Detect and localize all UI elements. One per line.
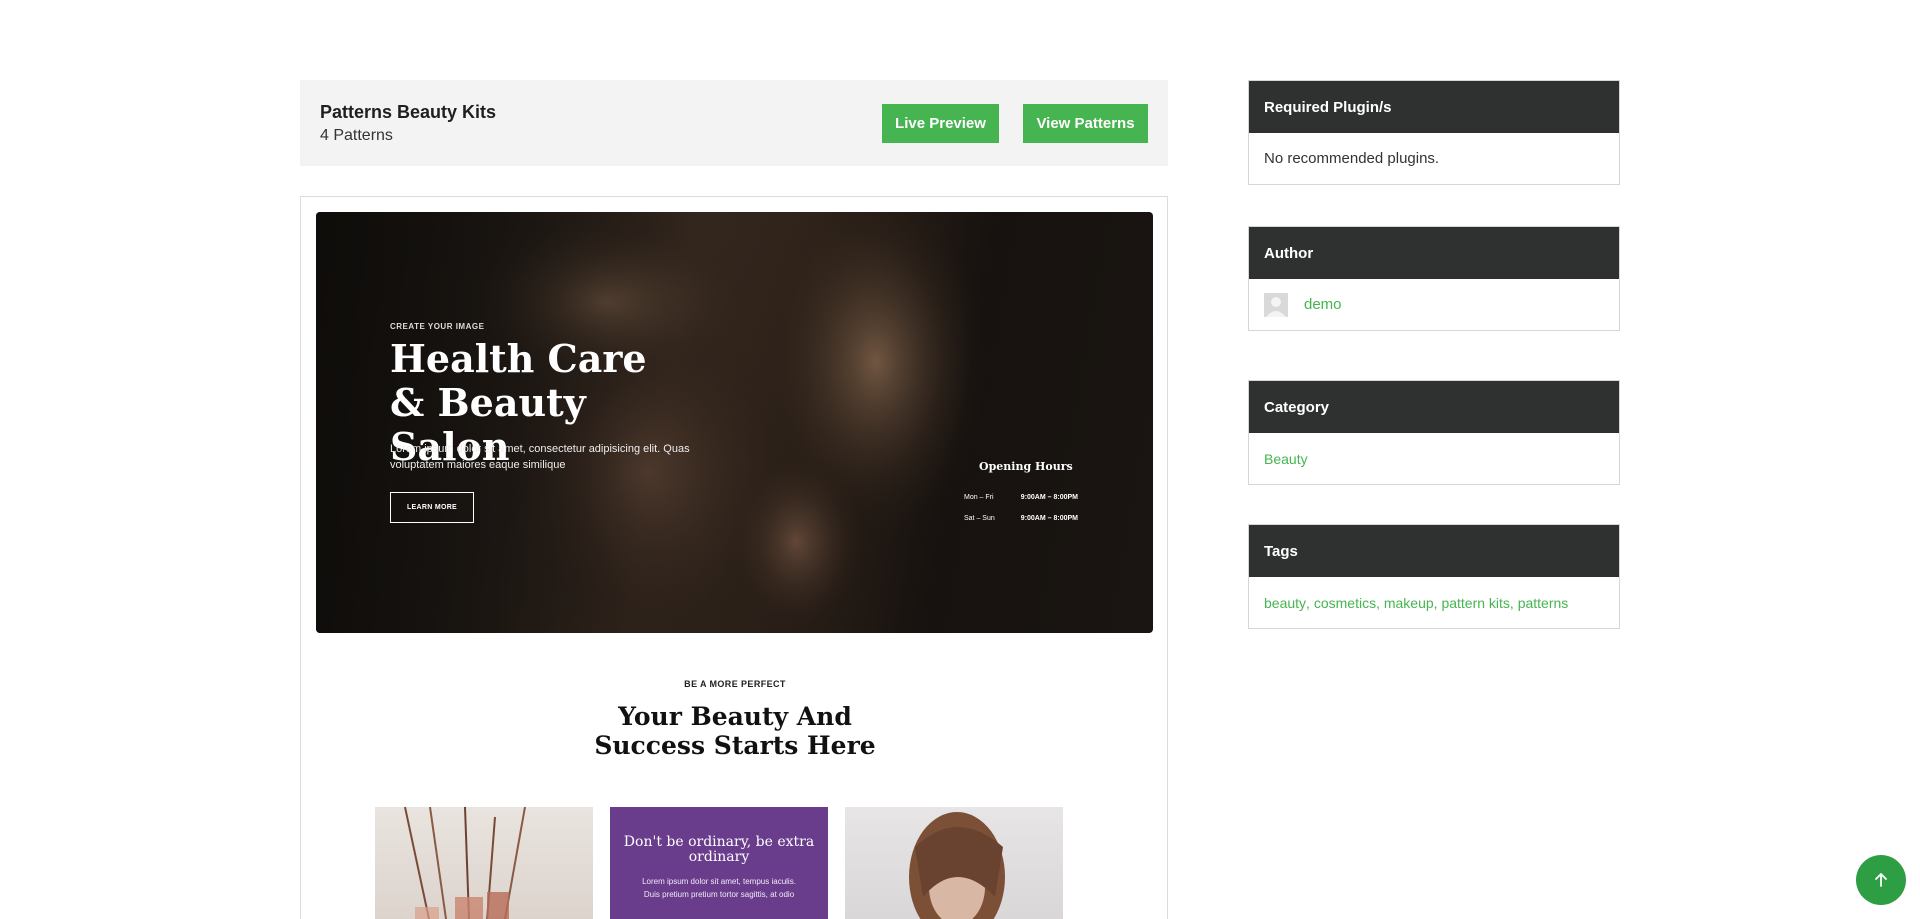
tag-separator: , — [1433, 594, 1442, 611]
card-portrait-image — [845, 807, 1063, 919]
category-widget: Category Beauty — [1248, 380, 1620, 485]
hours-days: Mon – Fri — [964, 494, 994, 501]
category-row: Beauty — [1249, 433, 1619, 484]
tags-widget: Tags beauty, cosmetics, makeup, pattern … — [1248, 524, 1620, 629]
section-title: Your Beauty And Success Starts Here — [301, 702, 1167, 760]
author-row: demo — [1249, 279, 1619, 330]
section-title-text: Your Beauty And Success Starts Here — [594, 702, 876, 760]
tag-separator: , — [1376, 594, 1384, 611]
tag-link[interactable]: cosmetics — [1314, 595, 1376, 611]
arrow-up-icon — [1875, 873, 1887, 887]
live-preview-button[interactable]: Live Preview — [882, 104, 999, 143]
category-link[interactable]: Beauty — [1264, 451, 1308, 467]
card-text: Lorem ipsum dolor sit amet, tempus iacul… — [642, 877, 796, 899]
hero-learn-more-button: LEARN MORE — [390, 492, 474, 523]
widget-heading: Required Plugin/s — [1249, 81, 1619, 133]
hours-time: 9:00AM – 8:00PM — [1020, 515, 1078, 522]
section-eyebrow: BE A MORE PERFECT — [684, 679, 786, 689]
tag-link[interactable]: patterns — [1518, 595, 1569, 611]
opening-hours-row: Mon – Fri 9:00AM – 8:00PM — [964, 494, 1078, 501]
widget-heading: Author — [1249, 227, 1619, 279]
card-brushes-image — [375, 807, 593, 919]
pattern-preview-frame[interactable]: CREATE YOUR IMAGE Health Care & Beauty S… — [300, 196, 1168, 919]
tag-link[interactable]: beauty — [1264, 595, 1306, 611]
widget-heading: Category — [1249, 381, 1619, 433]
kit-header: Patterns Beauty Kits 4 Patterns Live Pre… — [300, 80, 1168, 166]
tag-separator: , — [1306, 594, 1314, 611]
kit-pattern-count: 4 Patterns — [320, 127, 393, 144]
tag-link[interactable]: pattern kits — [1441, 595, 1509, 611]
tag-separator: , — [1509, 594, 1518, 611]
author-widget: Author demo — [1248, 226, 1620, 331]
card-title: Don't be ordinary, be extra ordinary — [623, 834, 815, 865]
hero-eyebrow: CREATE YOUR IMAGE — [390, 322, 485, 331]
hours-days: Sat – Sun — [964, 515, 995, 522]
widget-heading: Tags — [1249, 525, 1619, 577]
kit-title: Patterns Beauty Kits — [320, 102, 497, 122]
required-plugins-widget: Required Plugin/s No recommended plugins… — [1248, 80, 1620, 185]
opening-hours-row: Sat – Sun 9:00AM – 8:00PM — [964, 515, 1078, 522]
card-extra-ordinary: Don't be ordinary, be extra ordinary Lor… — [610, 807, 828, 919]
opening-hours-title: Opening Hours — [979, 460, 1073, 473]
tag-link[interactable]: makeup — [1384, 595, 1434, 611]
hero-preview-image: CREATE YOUR IMAGE Health Care & Beauty S… — [316, 212, 1153, 633]
tags-list: beauty, cosmetics, makeup, pattern kits,… — [1249, 577, 1619, 628]
makeup-brushes-illustration — [404, 807, 526, 919]
required-plugins-text: No recommended plugins. — [1264, 150, 1440, 167]
view-patterns-button[interactable]: View Patterns — [1023, 104, 1148, 143]
user-placeholder-icon — [1264, 292, 1288, 317]
portrait-illustration — [909, 812, 1005, 919]
scroll-to-top-button[interactable] — [1856, 855, 1906, 905]
hero-description: Lorem ipsum dolor sit amet, consectetur … — [390, 443, 690, 471]
hours-time: 9:00AM – 8:00PM — [1020, 494, 1078, 501]
author-link[interactable]: demo — [1304, 296, 1342, 313]
